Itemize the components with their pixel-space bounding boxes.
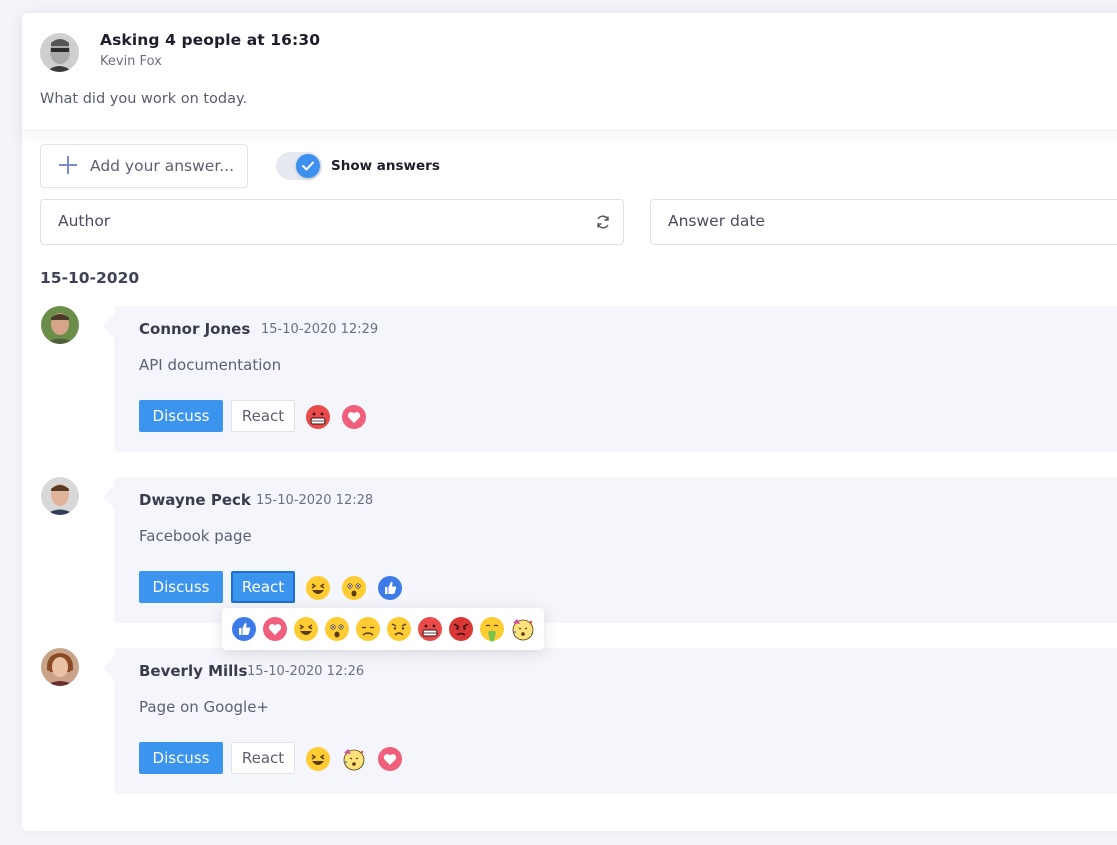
answer-author: Dwayne Peck <box>139 491 251 509</box>
author-filter-label: Author <box>58 212 111 230</box>
party-emoji-icon[interactable] <box>510 616 536 642</box>
angry-emoji-icon[interactable] <box>448 616 474 642</box>
question-header: Asking 4 people at 16:30 Kevin Fox What … <box>22 13 1117 131</box>
question-text: What did you work on today. <box>40 91 248 107</box>
show-answers-label: Show answers <box>331 158 440 174</box>
persevering-emoji-icon[interactable] <box>386 616 412 642</box>
discuss-button[interactable]: Discuss <box>139 400 223 432</box>
react-button[interactable]: React <box>231 742 295 774</box>
discuss-button[interactable]: Discuss <box>139 571 223 603</box>
heart-emoji-icon[interactable] <box>377 746 403 772</box>
heart-emoji-icon[interactable] <box>262 616 288 642</box>
answer-bubble: Connor Jones 15-10-2020 12:29 API docume… <box>114 306 1117 452</box>
thumbs-up-emoji-icon[interactable] <box>377 575 403 601</box>
gritted-teeth-emoji-icon[interactable] <box>417 616 443 642</box>
answer-text: API documentation <box>139 356 282 374</box>
answer-author: Connor Jones <box>139 320 251 338</box>
party-emoji-icon[interactable] <box>341 746 367 772</box>
add-answer-button[interactable]: Add your answer... <box>40 144 248 188</box>
thumbs-up-emoji-icon[interactable] <box>231 616 257 642</box>
answer-bubble: Beverly Mills 15-10-2020 12:26 Page on G… <box>114 648 1117 794</box>
question-title: Asking 4 people at 16:30 <box>100 31 321 49</box>
answer-author: Beverly Mills <box>139 662 248 680</box>
heart-emoji-icon[interactable] <box>341 404 367 430</box>
checkmark-icon <box>302 161 314 171</box>
answer-date: 15-10-2020 12:29 <box>261 322 379 337</box>
discuss-button[interactable]: Discuss <box>139 742 223 774</box>
astonished-emoji-icon[interactable] <box>341 575 367 601</box>
answer-date-filter-label: Answer date <box>668 212 765 230</box>
reaction-list <box>305 575 408 601</box>
answer-date-filter-select[interactable]: Answer date <box>650 199 1117 245</box>
laughing-emoji-icon[interactable] <box>305 746 331 772</box>
avatar <box>41 306 79 344</box>
answer-date: 15-10-2020 12:28 <box>256 493 374 508</box>
avatar <box>41 648 79 686</box>
date-group-heading: 15-10-2020 <box>40 269 140 287</box>
add-answer-label: Add your answer... <box>90 157 235 175</box>
reaction-list <box>305 746 408 772</box>
disappointed-emoji-icon[interactable] <box>355 616 381 642</box>
answer-date: 15-10-2020 12:26 <box>247 664 365 679</box>
question-card: Asking 4 people at 16:30 Kevin Fox What … <box>22 13 1117 831</box>
nauseated-emoji-icon[interactable] <box>479 616 505 642</box>
author-filter-select[interactable]: Author <box>40 199 624 245</box>
toggle-knob <box>296 154 320 178</box>
react-button[interactable]: React <box>231 571 295 603</box>
laughing-emoji-icon[interactable] <box>305 575 331 601</box>
reaction-list <box>305 404 372 430</box>
avatar <box>41 477 79 515</box>
show-answers-toggle[interactable] <box>276 152 322 180</box>
answer-text: Facebook page <box>139 527 252 545</box>
answer-bubble: Dwayne Peck 15-10-2020 12:28 Facebook pa… <box>114 477 1117 623</box>
astonished-emoji-icon[interactable] <box>324 616 350 642</box>
asker-avatar <box>40 33 79 72</box>
gritted-teeth-emoji-icon[interactable] <box>305 404 331 430</box>
react-button[interactable]: React <box>231 400 295 432</box>
laughing-emoji-icon[interactable] <box>293 616 319 642</box>
reaction-picker <box>222 608 544 650</box>
refresh-icon[interactable] <box>595 214 611 230</box>
answer-text: Page on Google+ <box>139 698 269 716</box>
question-author: Kevin Fox <box>100 54 162 69</box>
plus-icon <box>57 154 79 176</box>
